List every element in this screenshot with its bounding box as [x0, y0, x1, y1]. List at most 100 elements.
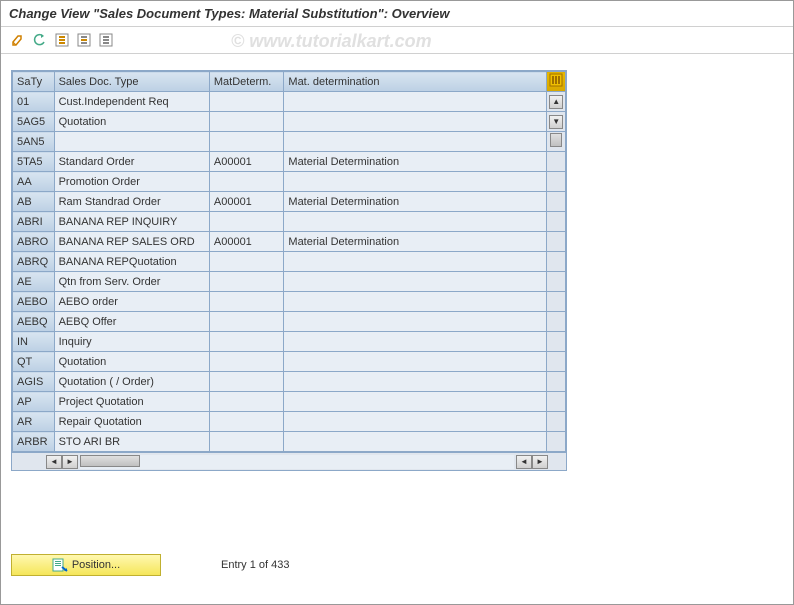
table-row[interactable]: AEBOAEBO order [13, 292, 566, 312]
cell-matdet[interactable] [209, 92, 284, 112]
cell-saty[interactable]: AEBQ [13, 312, 55, 332]
cell-saty[interactable]: AEBO [13, 292, 55, 312]
cell-saty[interactable]: IN [13, 332, 55, 352]
table-row[interactable]: ABROBANANA REP SALES ORDA00001Material D… [13, 232, 566, 252]
cell-saty[interactable]: ABRI [13, 212, 55, 232]
scroll-up-button[interactable]: ▲ [549, 95, 563, 109]
cell-matdet[interactable] [209, 392, 284, 412]
cell-doctype[interactable]: AEBO order [54, 292, 209, 312]
cell-saty[interactable]: AP [13, 392, 55, 412]
table-config-button[interactable] [547, 72, 566, 92]
undo-icon[interactable] [31, 31, 49, 49]
cell-matdet[interactable]: A00001 [209, 192, 284, 212]
table-row[interactable]: QTQuotation [13, 352, 566, 372]
cell-matdet[interactable] [209, 432, 284, 452]
table-row[interactable]: 01Cust.Independent Req ▲ [13, 92, 566, 112]
cell-saty[interactable]: AGIS [13, 372, 55, 392]
cell-saty[interactable]: 5AG5 [13, 112, 55, 132]
cell-matdet[interactable] [209, 272, 284, 292]
cell-matdetdesc[interactable] [284, 252, 547, 272]
cell-matdet[interactable] [209, 372, 284, 392]
cell-doctype[interactable]: Quotation ( / Order) [54, 372, 209, 392]
cell-matdet[interactable] [209, 312, 284, 332]
table-row[interactable]: AGISQuotation ( / Order) [13, 372, 566, 392]
cell-doctype[interactable]: Standard Order [54, 152, 209, 172]
scroll-right-end-button[interactable]: ► [532, 455, 548, 469]
cell-doctype[interactable]: Quotation [54, 352, 209, 372]
table-row[interactable]: AEQtn from Serv. Order [13, 272, 566, 292]
cell-matdetdesc[interactable] [284, 292, 547, 312]
cell-doctype[interactable]: Inquiry [54, 332, 209, 352]
cell-matdet[interactable] [209, 412, 284, 432]
cell-matdetdesc[interactable] [284, 92, 547, 112]
cell-matdetdesc[interactable] [284, 212, 547, 232]
cell-matdet[interactable] [209, 172, 284, 192]
cell-matdet[interactable] [209, 132, 284, 152]
table-row[interactable]: 5AG5Quotation ▼ [13, 112, 566, 132]
cell-doctype[interactable]: Cust.Independent Req [54, 92, 209, 112]
cell-matdetdesc[interactable] [284, 392, 547, 412]
table-row[interactable]: ARBRSTO ARI BR [13, 432, 566, 452]
cell-matdet[interactable] [209, 212, 284, 232]
cell-matdetdesc[interactable] [284, 412, 547, 432]
cell-matdetdesc[interactable] [284, 432, 547, 452]
cell-matdet[interactable]: A00001 [209, 232, 284, 252]
cell-doctype[interactable]: BANANA REP INQUIRY [54, 212, 209, 232]
position-button[interactable]: Position... [11, 554, 161, 576]
table-row[interactable]: ARRepair Quotation [13, 412, 566, 432]
cell-saty[interactable]: AB [13, 192, 55, 212]
cell-saty[interactable]: QT [13, 352, 55, 372]
scroll-right-button[interactable]: ► [62, 455, 78, 469]
col-header-matdet[interactable]: MatDeterm. [209, 72, 284, 92]
scroll-left-end-button[interactable]: ◄ [516, 455, 532, 469]
table-row[interactable]: INInquiry [13, 332, 566, 352]
cell-doctype[interactable]: Quotation [54, 112, 209, 132]
col-header-matdetdesc[interactable]: Mat. determination [284, 72, 547, 92]
cell-matdetdesc[interactable] [284, 312, 547, 332]
table-row[interactable]: APProject Quotation [13, 392, 566, 412]
table-row[interactable]: AEBQAEBQ Offer [13, 312, 566, 332]
cell-saty[interactable]: AR [13, 412, 55, 432]
cell-matdetdesc[interactable]: Material Determination [284, 192, 547, 212]
cell-doctype[interactable]: Qtn from Serv. Order [54, 272, 209, 292]
table-row[interactable]: 5TA5Standard OrderA00001Material Determi… [13, 152, 566, 172]
cell-matdet[interactable]: A00001 [209, 152, 284, 172]
cell-doctype[interactable]: Project Quotation [54, 392, 209, 412]
cell-doctype[interactable]: BANANA REP SALES ORD [54, 232, 209, 252]
toggle-change-mode-icon[interactable] [9, 31, 27, 49]
cell-saty[interactable]: AA [13, 172, 55, 192]
select-all-icon[interactable] [53, 31, 71, 49]
scroll-down-button[interactable]: ▼ [549, 115, 563, 129]
scroll-left-button[interactable]: ◄ [46, 455, 62, 469]
cell-saty[interactable]: ABRQ [13, 252, 55, 272]
table-row[interactable]: ABRIBANANA REP INQUIRY [13, 212, 566, 232]
cell-saty[interactable]: ABRO [13, 232, 55, 252]
cell-doctype[interactable]: Ram Standrad Order [54, 192, 209, 212]
cell-matdet[interactable] [209, 252, 284, 272]
cell-saty[interactable]: AE [13, 272, 55, 292]
scroll-thumb[interactable] [80, 455, 140, 467]
cell-matdet[interactable] [209, 332, 284, 352]
cell-matdet[interactable] [209, 352, 284, 372]
table-row[interactable]: AAPromotion Order [13, 172, 566, 192]
scroll-track[interactable] [80, 455, 514, 469]
table-row[interactable]: 5AN5 [13, 132, 566, 152]
cell-matdetdesc[interactable] [284, 112, 547, 132]
cell-matdetdesc[interactable] [284, 372, 547, 392]
cell-doctype[interactable]: STO ARI BR [54, 432, 209, 452]
cell-matdetdesc[interactable] [284, 172, 547, 192]
cell-saty[interactable]: 5TA5 [13, 152, 55, 172]
cell-saty[interactable]: 5AN5 [13, 132, 55, 152]
cell-doctype[interactable]: BANANA REPQuotation [54, 252, 209, 272]
cell-matdetdesc[interactable] [284, 272, 547, 292]
cell-matdetdesc[interactable] [284, 132, 547, 152]
scroll-thumb-vertical[interactable] [550, 133, 562, 147]
table-row[interactable]: ABRQBANANA REPQuotation [13, 252, 566, 272]
cell-saty[interactable]: ARBR [13, 432, 55, 452]
cell-doctype[interactable] [54, 132, 209, 152]
cell-doctype[interactable]: Repair Quotation [54, 412, 209, 432]
cell-matdetdesc[interactable]: Material Determination [284, 152, 547, 172]
col-header-doctype[interactable]: Sales Doc. Type [54, 72, 209, 92]
cell-doctype[interactable]: AEBQ Offer [54, 312, 209, 332]
cell-saty[interactable]: 01 [13, 92, 55, 112]
